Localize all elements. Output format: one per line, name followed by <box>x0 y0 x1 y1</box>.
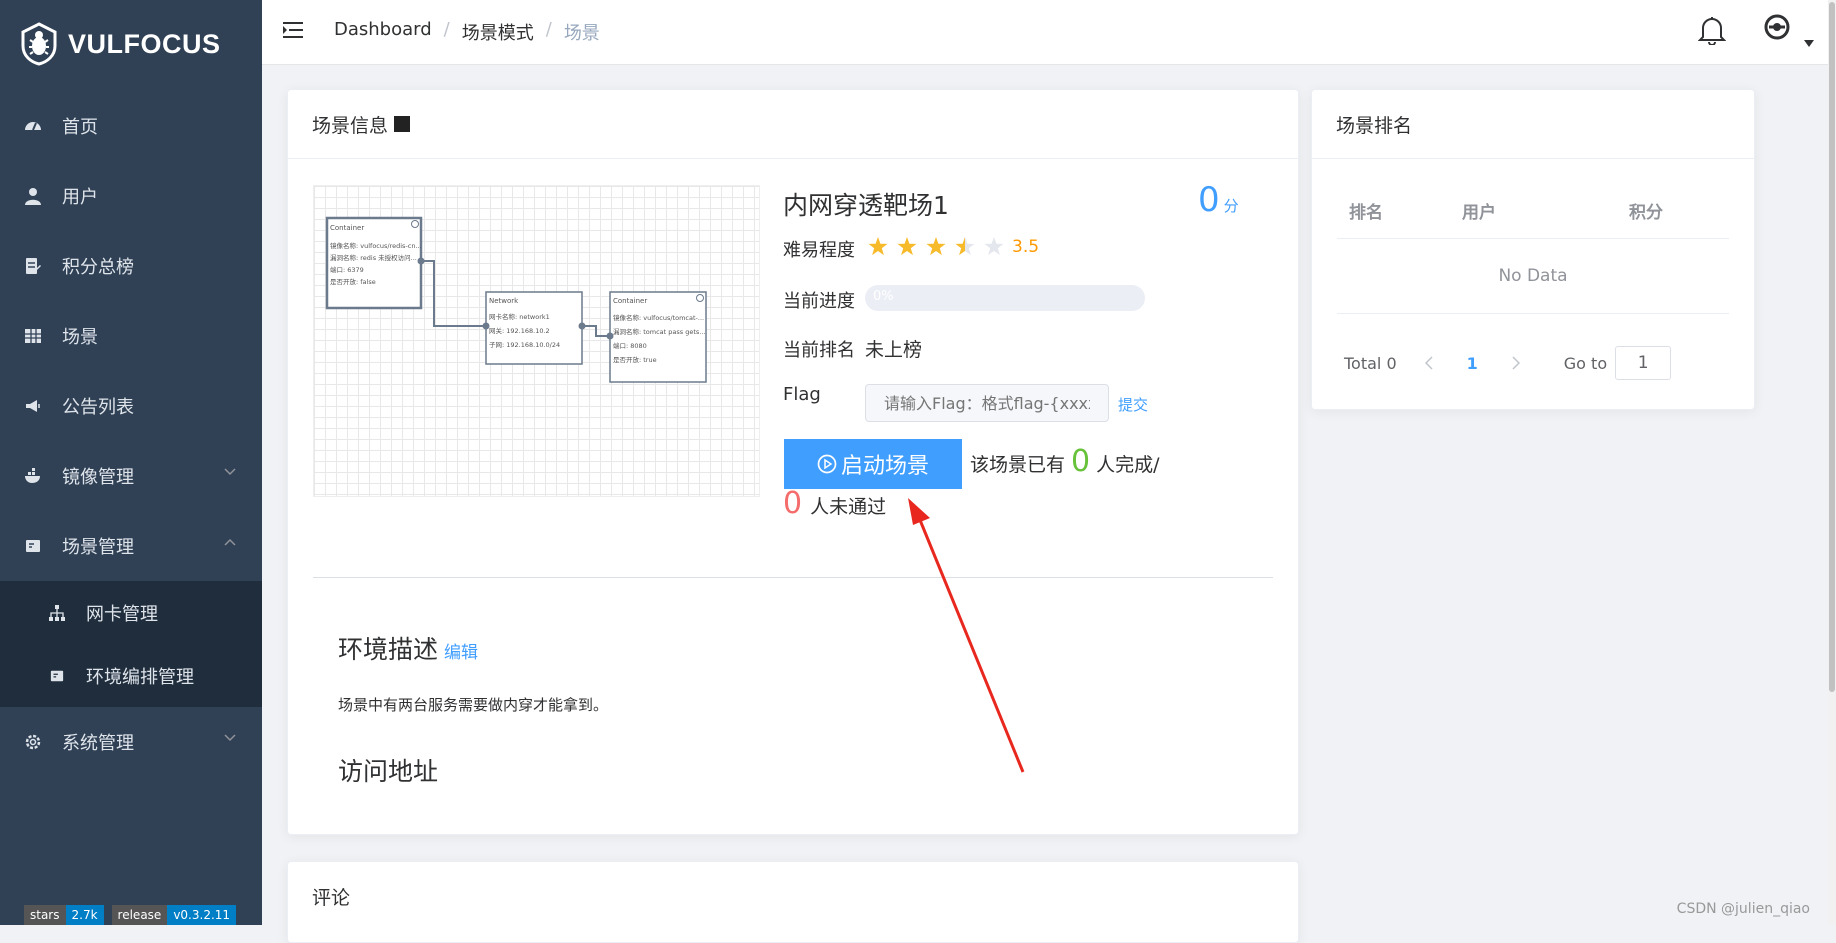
goto-label: Go to <box>1563 353 1608 373</box>
card-title: 场景排名 <box>1336 114 1413 137</box>
card-title: 评论 <box>312 886 351 909</box>
goto-page-input[interactable] <box>1615 346 1672 380</box>
page-number[interactable]: 1 <box>1467 354 1478 373</box>
chevron-left-icon[interactable] <box>1424 356 1433 370</box>
table-header-row: 排名 用户 积分 <box>1337 182 1729 239</box>
empty-table-text: No Data <box>1337 239 1729 314</box>
chevron-right-icon[interactable] <box>1512 356 1520 370</box>
column-header[interactable]: 排名 <box>1337 198 1462 223</box>
pagination: Total 0 1 Go to <box>1344 346 1672 380</box>
comment-card: 评论 <box>287 861 1299 943</box>
scene-ranking-card: 场景排名 排名 用户 积分 No Data Total 0 1 Go to <box>1311 89 1755 410</box>
scrollbar-thumb[interactable] <box>1829 2 1835 692</box>
column-header[interactable]: 用户 <box>1462 198 1629 223</box>
column-header[interactable]: 积分 <box>1629 198 1729 223</box>
ranking-table: 排名 用户 积分 No Data <box>1337 182 1729 314</box>
watermark: CSDN @julien_qiao <box>1676 901 1810 917</box>
page-scrollbar[interactable] <box>1828 0 1836 925</box>
total-count: Total 0 <box>1344 353 1397 373</box>
ranking-header: 场景排名 <box>1312 90 1754 159</box>
comment-header: 评论 <box>288 862 1298 930</box>
